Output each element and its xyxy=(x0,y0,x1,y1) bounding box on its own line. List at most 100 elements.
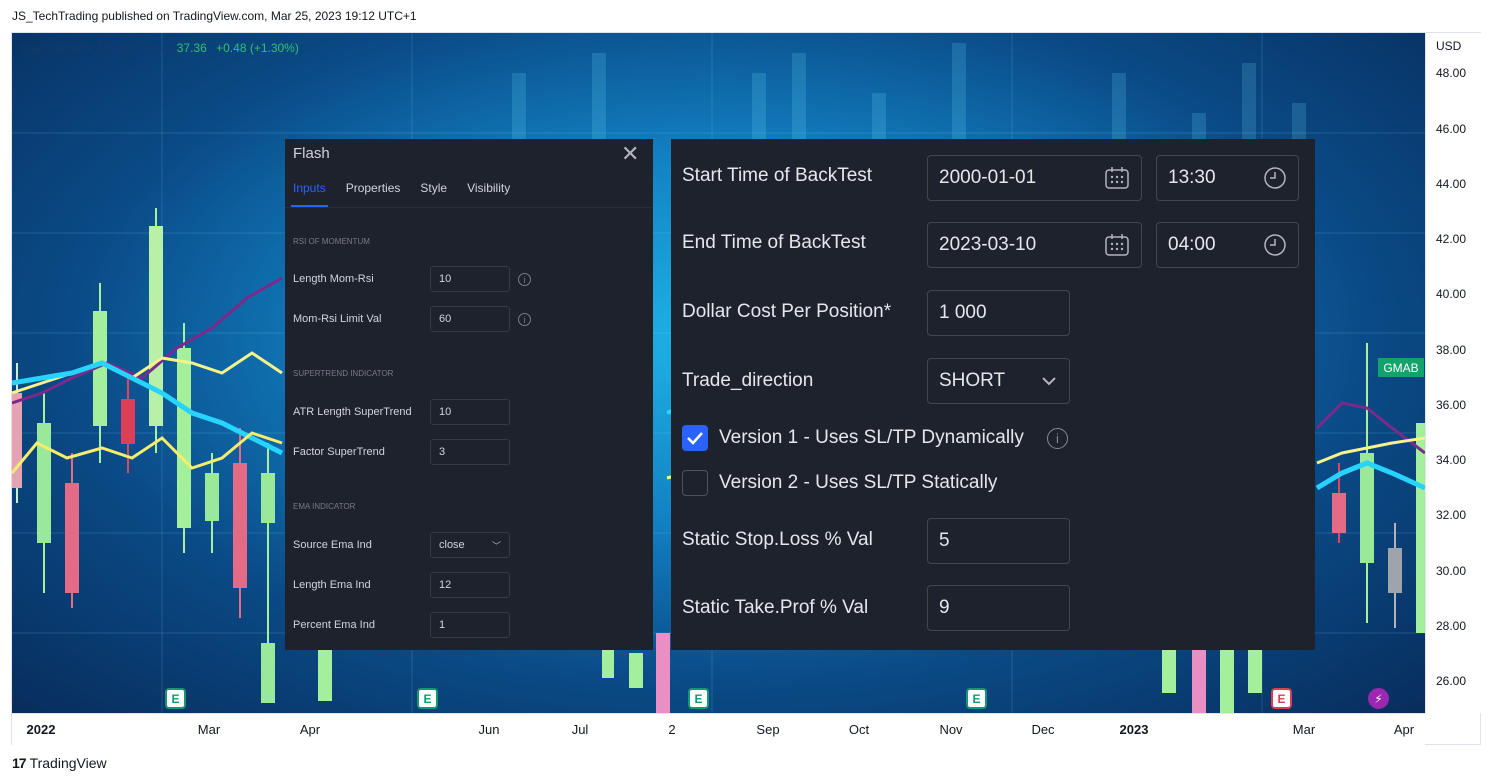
earnings-marker[interactable]: E xyxy=(966,688,987,709)
section-ema: EMA INDICATOR xyxy=(293,502,356,511)
last-price-label: GMAB xyxy=(1378,358,1424,377)
time-axis[interactable]: 2022 Mar Apr Jun Jul 2 Sep Oct Nov Dec 2… xyxy=(12,713,1425,745)
publisher-line: JS_TechTrading published on TradingView.… xyxy=(12,9,417,23)
time-tick: Oct xyxy=(848,722,870,737)
length-mom-rsi-input[interactable]: 10 xyxy=(430,266,510,292)
time-tick: Dec xyxy=(1031,722,1055,737)
start-date-input[interactable]: 2000-01-01 xyxy=(927,155,1142,201)
mom-rsi-limit-label: Mom-Rsi Limit Val xyxy=(293,313,382,325)
indicator-settings-dialog: Flash ✕ Inputs Properties Style Visibili… xyxy=(285,139,653,650)
time-tick: 2023 xyxy=(1119,722,1149,737)
section-rsi: RSI OF MOMENTUM xyxy=(293,237,370,246)
dividend-marker[interactable]: ⚡ xyxy=(1368,688,1389,709)
end-date-input[interactable]: 2023-03-10 xyxy=(927,222,1142,268)
stop-loss-input[interactable]: 5 xyxy=(927,518,1070,564)
price-tick: 32.00 xyxy=(1436,508,1467,522)
info-icon[interactable]: i xyxy=(1047,428,1068,449)
end-time-label: End Time of BackTest xyxy=(682,232,866,253)
brand-name: TradingView xyxy=(29,755,107,771)
source-ema-select[interactable]: close ﹀ xyxy=(430,532,510,558)
end-time-input[interactable]: 04:00 xyxy=(1156,222,1299,268)
price-tick: 30.00 xyxy=(1436,564,1467,578)
length-ema-label: Length Ema Ind xyxy=(293,579,371,591)
time-tick: 2 xyxy=(668,722,676,737)
footer-brand[interactable]: 17 TradingView xyxy=(12,755,107,771)
mom-rsi-limit-input[interactable]: 60 xyxy=(430,306,510,332)
chevron-down-icon: ﹀ xyxy=(491,540,501,551)
dollar-cost-input[interactable]: 1 000 xyxy=(927,290,1070,336)
end-time-value: 04:00 xyxy=(1168,234,1216,255)
tab-visibility[interactable]: Visibility xyxy=(467,181,510,195)
tab-inputs[interactable]: Inputs xyxy=(293,181,326,195)
backtest-settings-panel: Start Time of BackTest 2000-01-01 13:30 … xyxy=(671,139,1315,650)
price-tick: 42.00 xyxy=(1436,232,1467,246)
start-time-label: Start Time of BackTest xyxy=(682,165,873,186)
version2-checkbox[interactable] xyxy=(682,470,708,496)
price-tick: 34.00 xyxy=(1436,453,1467,467)
earnings-marker[interactable]: E xyxy=(165,688,186,709)
atr-length-input[interactable]: 10 xyxy=(430,399,510,425)
price-tick: 28.00 xyxy=(1436,619,1467,633)
percent-ema-label: Percent Ema Ind xyxy=(293,619,375,631)
version1-label[interactable]: Version 1 - Uses SL/TP Dynamically xyxy=(719,427,1024,449)
start-time-value: 13:30 xyxy=(1168,167,1216,188)
time-tick: 2022 xyxy=(26,722,56,737)
earnings-marker[interactable]: E xyxy=(688,688,709,709)
earnings-marker[interactable]: E xyxy=(417,688,438,709)
section-supertrend: SUPERTREND INDICATOR xyxy=(293,369,394,378)
end-date-value: 2023-03-10 xyxy=(939,234,1037,255)
close-icon[interactable]: ✕ xyxy=(621,141,639,167)
length-mom-rsi-label: Length Mom-Rsi xyxy=(293,273,374,285)
trade-direction-select[interactable]: SHORT xyxy=(927,358,1070,404)
version2-label[interactable]: Version 2 - Uses SL/TP Statically xyxy=(719,472,997,494)
trade-direction-label: Trade_direction xyxy=(682,370,814,391)
source-ema-label: Source Ema Ind xyxy=(293,539,372,551)
version1-checkbox[interactable] xyxy=(682,425,708,451)
take-profit-input[interactable]: 9 xyxy=(927,585,1070,631)
start-date-value: 2000-01-01 xyxy=(939,167,1037,188)
price-tick: 40.00 xyxy=(1436,287,1467,301)
time-tick: Apr xyxy=(1393,722,1415,737)
price-tick: 36.00 xyxy=(1436,398,1467,412)
clock-icon[interactable] xyxy=(1263,166,1287,190)
currency-label: USD xyxy=(1436,39,1462,53)
calendar-icon[interactable] xyxy=(1104,233,1130,257)
symbol-name: Genmab A/S, 1D, NASDAQ xyxy=(22,41,170,55)
time-tick: Mar xyxy=(197,722,221,737)
time-tick: Jul xyxy=(571,722,589,737)
atr-length-label: ATR Length SuperTrend xyxy=(293,406,412,418)
dollar-cost-label: Dollar Cost Per Position* xyxy=(682,301,892,322)
info-icon[interactable]: i xyxy=(518,273,531,286)
time-tick: Jun xyxy=(478,722,500,737)
clock-icon[interactable] xyxy=(1263,233,1287,257)
dialog-title: Flash xyxy=(293,145,330,162)
tradingview-logo-icon: 17 xyxy=(12,755,27,771)
percent-ema-input[interactable]: 1 xyxy=(430,612,510,638)
start-time-input[interactable]: 13:30 xyxy=(1156,155,1299,201)
stop-loss-label: Static Stop.Loss % Val xyxy=(682,529,873,550)
tab-properties[interactable]: Properties xyxy=(346,181,401,195)
symbol-change: +0.48 (+1.30%) xyxy=(216,41,299,55)
trade-direction-value: SHORT xyxy=(939,370,1006,391)
time-tick: Apr xyxy=(299,722,321,737)
active-tab-indicator xyxy=(291,205,328,207)
tab-divider xyxy=(285,207,653,208)
calendar-icon[interactable] xyxy=(1104,166,1130,190)
info-icon[interactable]: i xyxy=(518,313,531,326)
symbol-price: 37.36 xyxy=(176,41,207,55)
chevron-down-icon xyxy=(1040,375,1058,387)
symbol-legend[interactable]: Genmab A/S, 1D, NASDAQ 37.36 +0.48 (+1.3… xyxy=(22,41,299,55)
price-tick: 46.00 xyxy=(1436,122,1467,136)
time-tick: Sep xyxy=(756,722,780,737)
price-tick: 44.00 xyxy=(1436,177,1467,191)
price-axis[interactable]: USD 48.00 46.00 44.00 42.00 40.00 38.00 … xyxy=(1425,33,1483,713)
check-icon xyxy=(687,432,703,445)
earnings-marker-upcoming[interactable]: E xyxy=(1271,688,1292,709)
price-tick: 26.00 xyxy=(1436,674,1467,688)
price-tick: 38.00 xyxy=(1436,343,1467,357)
length-ema-input[interactable]: 12 xyxy=(430,572,510,598)
factor-supertrend-label: Factor SuperTrend xyxy=(293,446,385,458)
tab-style[interactable]: Style xyxy=(420,181,447,195)
factor-supertrend-input[interactable]: 3 xyxy=(430,439,510,465)
price-tick: 48.00 xyxy=(1436,66,1467,80)
